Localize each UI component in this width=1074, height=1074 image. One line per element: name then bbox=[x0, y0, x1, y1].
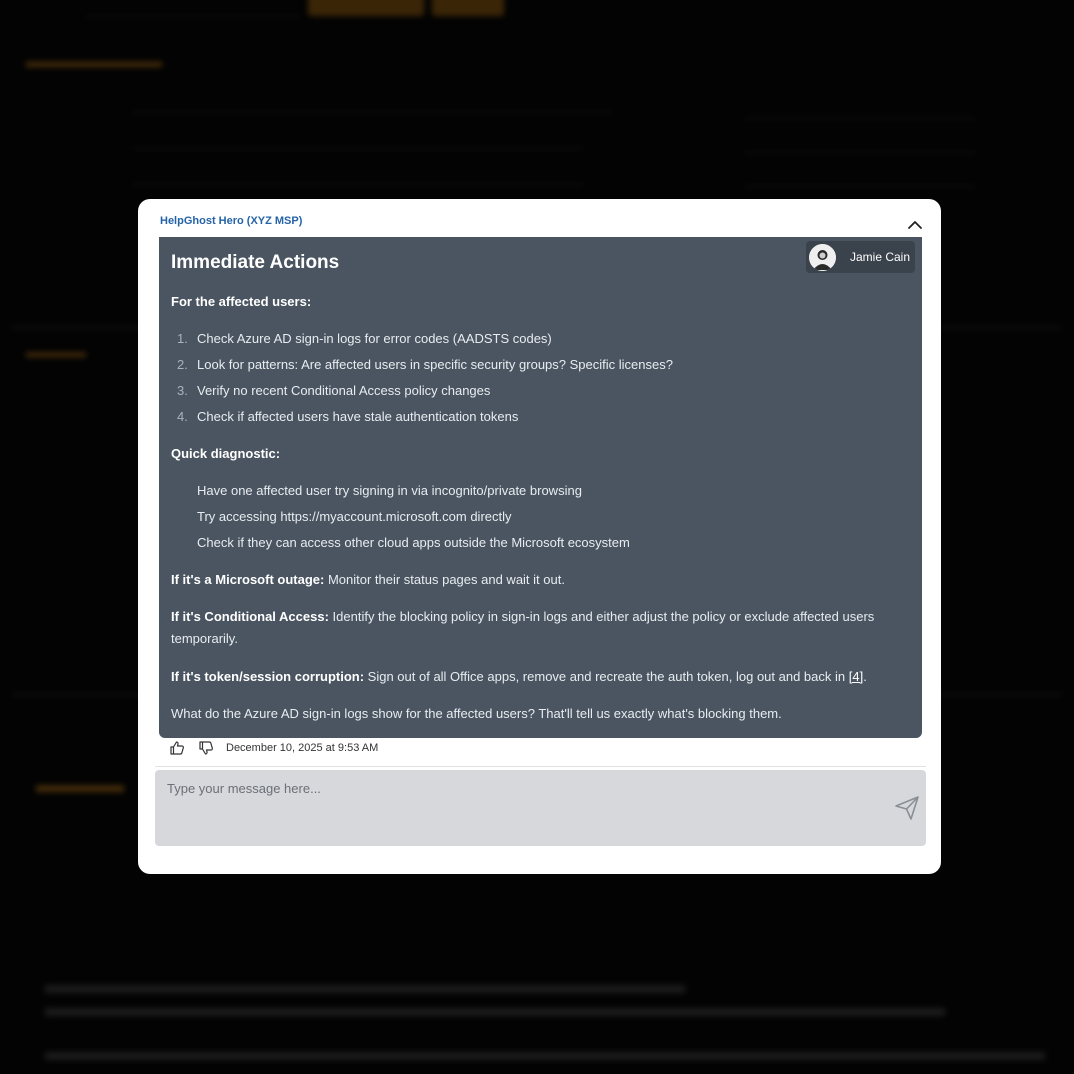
token-paragraph: If it's token/session corruption: Sign o… bbox=[171, 666, 911, 688]
list-number: 1. bbox=[177, 331, 188, 346]
dislike-button[interactable] bbox=[198, 740, 214, 756]
token-end: . bbox=[863, 669, 867, 684]
divider bbox=[155, 766, 926, 767]
list-item: Try accessing https://myaccount.microsof… bbox=[197, 509, 512, 524]
thumbs-down-icon bbox=[199, 741, 213, 755]
thumbs-up-icon bbox=[170, 741, 184, 755]
outage-text: Monitor their status pages and wait it o… bbox=[324, 572, 565, 587]
chat-modal: HelpGhost Hero (XYZ MSP) Jamie Cain Imme… bbox=[138, 199, 941, 874]
message-input[interactable] bbox=[155, 770, 875, 806]
message-heading: Immediate Actions bbox=[171, 252, 340, 273]
collapse-button[interactable] bbox=[905, 215, 925, 235]
list-item: Look for patterns: Are affected users in… bbox=[197, 357, 673, 372]
assistant-message: Jamie Cain Immediate Actions For the aff… bbox=[159, 237, 922, 738]
send-button[interactable] bbox=[893, 794, 921, 822]
chevron-up-icon bbox=[908, 221, 922, 229]
closing-paragraph: What do the Azure AD sign-in logs show f… bbox=[171, 706, 782, 721]
list-item: Check if affected users have stale authe… bbox=[197, 409, 519, 424]
message-composer bbox=[155, 770, 926, 846]
chat-title: HelpGhost Hero (XYZ MSP) bbox=[160, 215, 303, 227]
list-number: 2. bbox=[177, 357, 188, 372]
message-timestamp: December 10, 2025 at 9:53 AM bbox=[226, 742, 379, 754]
like-button[interactable] bbox=[169, 740, 185, 756]
outage-label: If it's a Microsoft outage: bbox=[171, 572, 325, 587]
affected-users-label: For the affected users: bbox=[171, 294, 312, 309]
token-text: Sign out of all Office apps, remove and … bbox=[364, 669, 849, 684]
list-item: Check if they can access other cloud app… bbox=[197, 535, 630, 550]
list-item: Verify no recent Conditional Access poli… bbox=[197, 383, 491, 398]
list-item: Check Azure AD sign-in logs for error co… bbox=[197, 331, 552, 346]
send-icon bbox=[895, 796, 919, 820]
agent-name: Jamie Cain bbox=[850, 250, 911, 264]
citation-link[interactable]: [4] bbox=[849, 669, 863, 684]
list-number: 3. bbox=[177, 383, 188, 398]
list-number: 4. bbox=[177, 409, 188, 424]
avatar bbox=[809, 244, 836, 271]
token-label: If it's token/session corruption: bbox=[171, 669, 365, 684]
outage-paragraph: If it's a Microsoft outage: Monitor thei… bbox=[171, 569, 911, 591]
ca-label: If it's Conditional Access: bbox=[171, 609, 329, 624]
quick-diagnostic-label: Quick diagnostic: bbox=[171, 446, 281, 461]
agent-chip: Jamie Cain bbox=[806, 241, 915, 273]
list-item: Have one affected user try signing in vi… bbox=[197, 483, 582, 498]
ca-paragraph: If it's Conditional Access: Identify the… bbox=[171, 606, 911, 650]
